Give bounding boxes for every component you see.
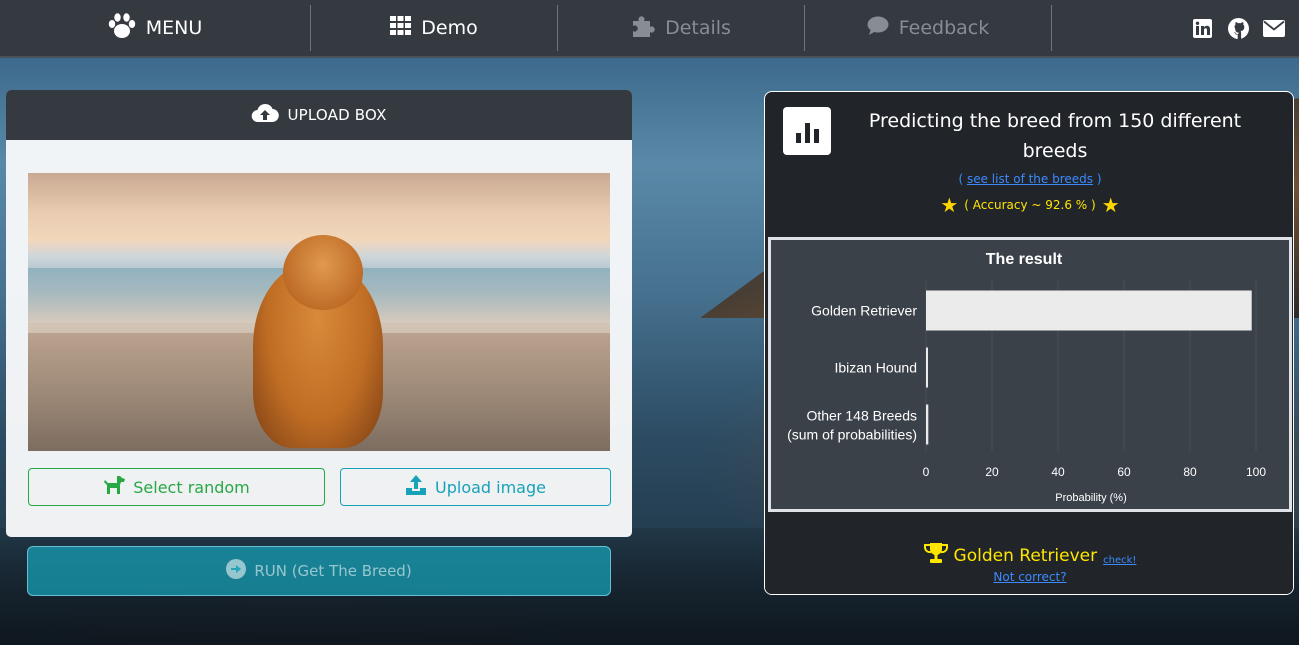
result-chart: The result Golden Retriever Ibizan Hound Ot… xyxy=(768,237,1292,512)
see-list-link[interactable]: see list of the breeds xyxy=(967,172,1093,186)
upload-card: UPLOAD BOX Select random Upload image xyxy=(6,90,632,537)
nav-link-details[interactable]: Details xyxy=(558,5,804,51)
chart-tick-label: 60 xyxy=(1117,465,1131,479)
result-header: Predicting the breed from 150 different … xyxy=(765,92,1293,235)
run-label: RUN (Get The Breed) xyxy=(254,562,412,580)
result-title: Predicting the breed from 150 different … xyxy=(868,110,1242,162)
puzzle-icon xyxy=(631,15,655,42)
predicted-breed: Golden Retriever check! xyxy=(765,542,1293,569)
bar-chart-icon xyxy=(783,107,831,155)
result-chart-svg: The result Golden Retriever Ibizan Hound Ot… xyxy=(787,251,1266,504)
result-footer: Golden Retriever check! Not correct? xyxy=(765,512,1293,594)
accuracy-line: ★ ( Accuracy ~ 92.6 % ) ★ xyxy=(765,193,1293,217)
upload-header-title: UPLOAD BOX xyxy=(287,106,387,124)
upload-image-label: Upload image xyxy=(435,477,546,497)
select-random-button[interactable]: Select random xyxy=(28,468,325,506)
menu-label: MENU xyxy=(145,17,203,39)
chart-bar xyxy=(926,404,929,445)
chart-category-label: Golden Retriever xyxy=(811,303,917,319)
check-link[interactable]: check! xyxy=(1103,555,1136,566)
grid-icon xyxy=(390,16,412,40)
cloud-upload-icon xyxy=(251,103,280,127)
chart-tick-label: 40 xyxy=(1051,465,1065,479)
social-links xyxy=(1191,17,1299,39)
paw-icon xyxy=(108,12,136,44)
nav-link-label: Feedback xyxy=(898,17,990,39)
nav-divider xyxy=(1051,5,1052,51)
chart-category-label: Ibizan Hound xyxy=(834,360,917,376)
navbar: MENU Demo Details Feedback xyxy=(0,0,1299,58)
menu-button[interactable]: MENU xyxy=(0,5,310,51)
star-icon: ★ xyxy=(1101,193,1120,217)
upload-image-button[interactable]: Upload image xyxy=(340,468,611,506)
upload-icon xyxy=(405,474,427,500)
linkedin-icon[interactable] xyxy=(1191,17,1213,39)
arrow-circle-right-icon xyxy=(226,559,247,583)
nav-link-label: Demo xyxy=(421,17,478,39)
upload-header: UPLOAD BOX xyxy=(6,90,632,140)
select-random-label: Select random xyxy=(133,477,250,497)
chart-xlabel: Probability (%) xyxy=(1055,492,1127,504)
nav-link-feedback[interactable]: Feedback xyxy=(805,5,1051,51)
chart-bar xyxy=(926,290,1252,331)
accuracy-text: ( Accuracy ~ 92.6 % ) xyxy=(964,198,1096,212)
chart-tick-label: 100 xyxy=(1246,465,1266,479)
not-correct-link[interactable]: Not correct? xyxy=(765,570,1293,584)
comment-icon xyxy=(867,16,889,41)
chart-category-label: Other 148 Breeds (sum of probabilities) xyxy=(787,408,917,443)
result-card: Predicting the breed from 150 different … xyxy=(764,91,1294,595)
chart-tick-label: 0 xyxy=(923,465,930,479)
envelope-icon[interactable] xyxy=(1263,17,1285,39)
predicted-breed-name: Golden Retriever xyxy=(953,545,1098,566)
see-list-text: ( see list of the breeds ) xyxy=(958,172,1102,186)
chart-tick-label: 20 xyxy=(985,465,999,479)
dog-icon xyxy=(103,475,126,499)
star-icon: ★ xyxy=(940,193,959,217)
nav-link-label: Details xyxy=(665,17,731,39)
chart-title: The result xyxy=(986,251,1063,268)
run-button[interactable]: RUN (Get The Breed) xyxy=(27,546,611,596)
nav-link-demo[interactable]: Demo xyxy=(311,5,557,51)
chart-bar xyxy=(926,347,928,388)
uploaded-dog-photo xyxy=(28,173,610,451)
chart-tick-label: 80 xyxy=(1183,465,1197,479)
github-icon[interactable] xyxy=(1227,17,1249,39)
trophy-icon xyxy=(923,542,948,569)
